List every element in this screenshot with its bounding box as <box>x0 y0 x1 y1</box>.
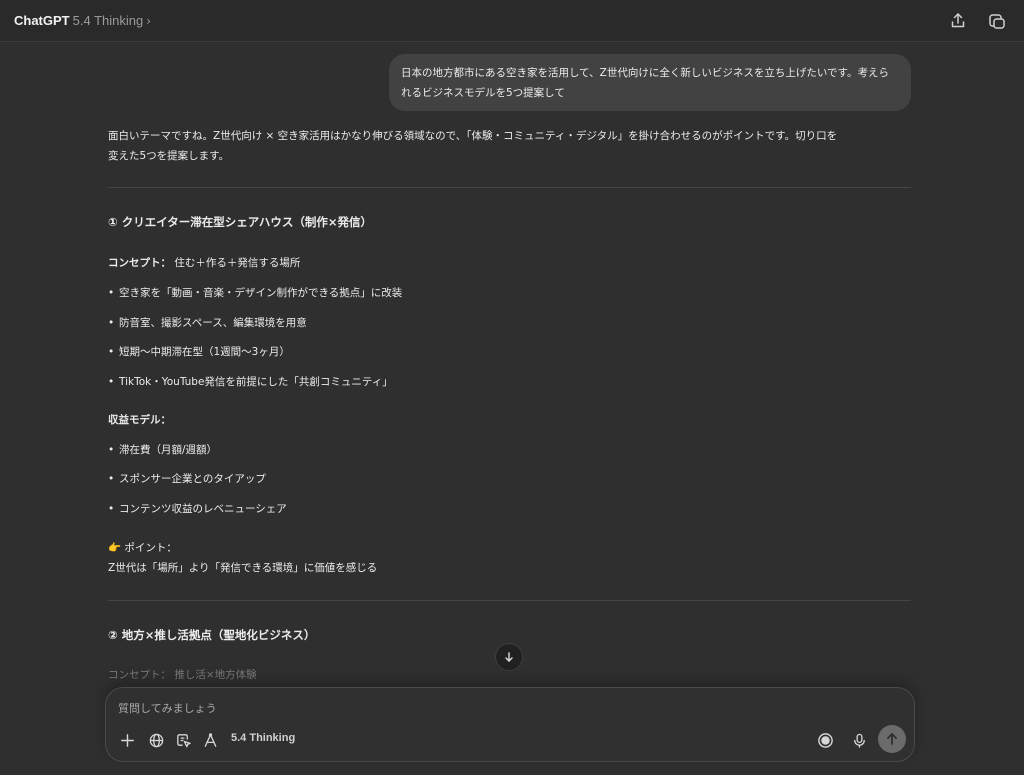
send-arrow-icon <box>887 733 897 745</box>
list-item: • 滞在費（月額/週額） <box>108 444 218 456</box>
tools-icon[interactable] <box>200 730 220 750</box>
canvas-icon[interactable] <box>173 730 193 750</box>
arrow-down-icon <box>505 652 513 662</box>
plus-icon[interactable] <box>117 730 137 750</box>
message-composer: 5.4 Thinking <box>105 687 915 762</box>
list-item: • TikTok・YouTube発信を前提にした「共創コミュニティ」 <box>108 376 393 388</box>
intro-line: 変えた5つを提案します。 <box>108 150 230 162</box>
response-intro: 面白いテーマですね。Z世代向け × 空き家活用はかなり伸びる領域なので、「体験・… <box>108 126 911 166</box>
concept-label: コンセプト： <box>108 669 171 681</box>
globe-icon[interactable] <box>146 730 166 750</box>
user-message: 日本の地方都市にある空き家を活用して、Z世代向けに全く新しいビジネスを立ち上げた… <box>389 54 911 111</box>
point-text: Z世代は「場所」より「発信できる環境」に価値を感じる <box>108 562 378 574</box>
list-item: • 短期〜中期滞在型（1週間〜3ヶ月） <box>108 346 290 358</box>
model-selector[interactable]: ChatGPT 5.4 Thinking › <box>14 13 151 28</box>
concept-label: コンセプト： <box>108 257 171 269</box>
revenue-label: 収益モデル： <box>108 414 171 426</box>
scroll-to-bottom-button[interactable] <box>495 643 523 671</box>
send-button[interactable] <box>878 725 906 753</box>
list-item: • 防音室、撮影スペース、編集環境を用意 <box>108 317 307 329</box>
point-label: ポイント： <box>121 542 177 554</box>
divider <box>108 187 911 188</box>
concept-text: 推し活×地方体験 <box>171 669 257 681</box>
top-bar: ChatGPT 5.4 Thinking › <box>0 0 1024 42</box>
section-1-heading: ① クリエイター滞在型シェアハウス（制作×発信） <box>108 215 372 229</box>
model-name: 5.4 Thinking <box>72 13 144 28</box>
mode-selector[interactable]: 5.4 Thinking <box>231 732 295 744</box>
app-name: ChatGPT <box>14 13 70 28</box>
section-2-heading: ② 地方×推し活拠点（聖地化ビジネス） <box>108 628 316 642</box>
list-item: • スポンサー企業とのタイアップ <box>108 473 266 485</box>
microphone-icon[interactable] <box>849 730 869 750</box>
divider <box>108 600 911 601</box>
share-icon[interactable] <box>948 11 968 31</box>
pointing-hand-icon: 👉 <box>108 542 122 554</box>
section-1-concept: コンセプト： 住む＋作る＋発信する場所 <box>108 253 911 273</box>
new-chat-icon[interactable] <box>987 11 1007 31</box>
point-block: 👉 ポイント： Z世代は「場所」より「発信できる環境」に価値を感じる <box>108 538 911 578</box>
concept-text: 住む＋作る＋発信する場所 <box>171 257 301 269</box>
chevron-right-icon: › <box>146 13 152 28</box>
list-item: • コンテンツ収益のレベニューシェア <box>108 503 287 515</box>
voice-mode-icon[interactable] <box>815 730 835 750</box>
message-input[interactable] <box>118 698 818 718</box>
intro-line: 面白いテーマですね。Z世代向け × 空き家活用はかなり伸びる領域なので、「体験・… <box>108 130 838 142</box>
list-item: • 空き家を「動画・音楽・デザイン制作ができる拠点」に改装 <box>108 287 403 299</box>
